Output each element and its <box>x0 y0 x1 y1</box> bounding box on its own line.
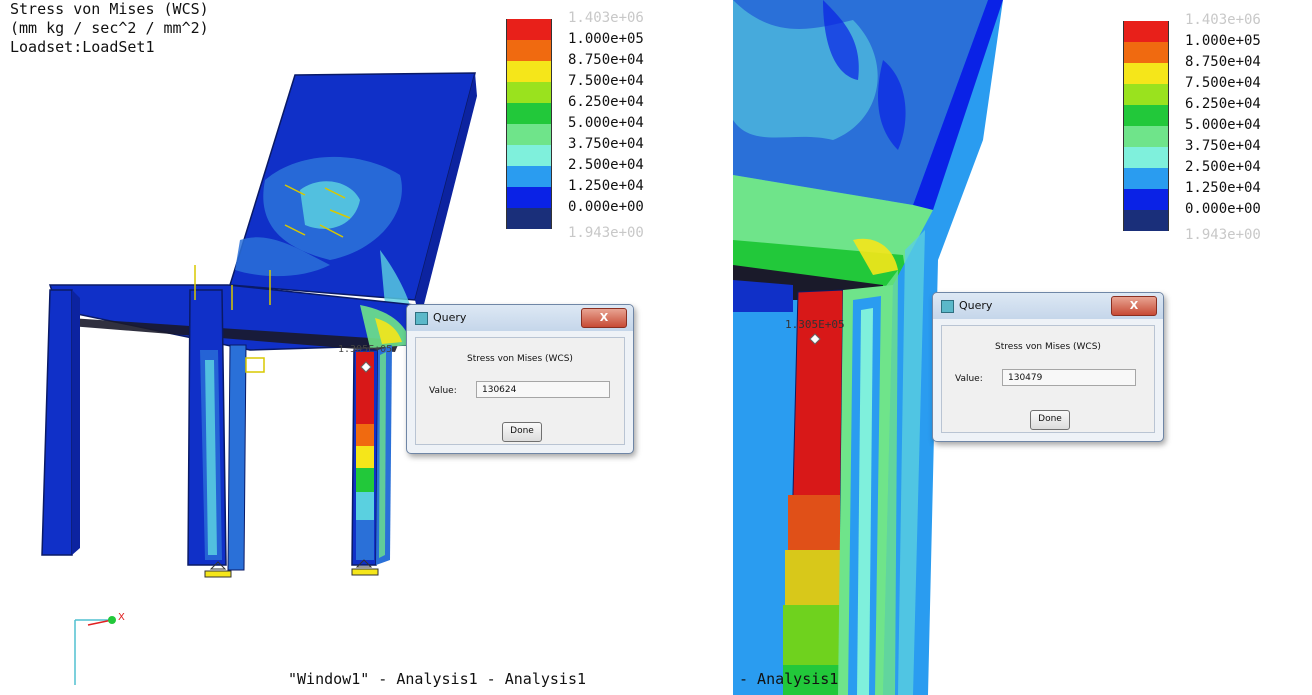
legend-level-label: 7.500e+04 <box>1185 75 1261 91</box>
legend-level-label: 1.000e+05 <box>568 31 644 47</box>
legend-swatch <box>506 61 552 82</box>
legend-swatch <box>506 208 552 229</box>
dialog-title: Query <box>959 299 993 312</box>
legend-level-label: 0.000e+00 <box>1185 201 1261 217</box>
legend-level-label: 3.750e+04 <box>1185 138 1261 154</box>
triad-x-label: X <box>118 612 125 623</box>
right-viewport[interactable]: 1.305E+05 1.403e+06 1.000e+05 8.750e+04 7.5… <box>733 0 1312 695</box>
legend-level-label: 8.750e+04 <box>568 52 644 68</box>
query-heading: Stress von Mises (WCS) <box>995 342 1101 352</box>
dialog-body: Stress von Mises (WCS) Value: 130479 Don… <box>941 325 1155 433</box>
legend-swatch <box>506 187 552 208</box>
window-footer: "Window1" - Analysis1 - Analysis1 <box>288 670 587 688</box>
query-heading: Stress von Mises (WCS) <box>467 354 573 364</box>
legend-swatch <box>1123 210 1169 231</box>
legend-swatch <box>1123 189 1169 210</box>
close-button[interactable]: X <box>1111 296 1157 316</box>
query-dialog[interactable]: Query X Stress von Mises (WCS) Value: 13… <box>406 304 634 454</box>
legend-swatch <box>506 124 552 145</box>
legend-level-label: 6.250e+04 <box>568 94 644 110</box>
done-button[interactable]: Done <box>1030 410 1070 430</box>
legend-level-label: 0.000e+00 <box>568 199 644 215</box>
legend-swatch <box>1123 63 1169 84</box>
legend-swatch <box>1123 84 1169 105</box>
legend-level-label: 8.750e+04 <box>1185 54 1261 70</box>
window-footer: - Analysis1 <box>739 670 839 688</box>
legend-swatch <box>506 40 552 61</box>
legend-swatch <box>506 103 552 124</box>
legend-swatch <box>1123 21 1169 42</box>
done-button[interactable]: Done <box>502 422 542 442</box>
probe-value-label: 1.305E+05 <box>785 318 845 331</box>
dialog-titlebar[interactable]: Query X <box>933 293 1163 319</box>
close-button[interactable]: X <box>581 308 627 328</box>
value-label: Value: <box>429 386 457 396</box>
legend-min-label: 1.943e+00 <box>568 225 644 241</box>
query-app-icon <box>415 312 428 325</box>
legend-swatch <box>506 145 552 166</box>
legend-level-label: 5.000e+04 <box>1185 117 1261 133</box>
legend-level-label: 1.250e+04 <box>1185 180 1261 196</box>
dialog-titlebar[interactable]: Query X <box>407 305 633 331</box>
probe-value-label: 1.305E+05 <box>338 344 393 355</box>
legend-level-label: 2.500e+04 <box>568 157 644 173</box>
result-units: (mm kg / sec^2 / mm^2) <box>10 19 209 37</box>
dialog-title: Query <box>433 311 467 324</box>
query-app-icon <box>941 300 954 313</box>
legend-swatch <box>1123 42 1169 63</box>
result-loadset: Loadset:LoadSet1 <box>10 38 155 56</box>
legend-level-label: 1.250e+04 <box>568 178 644 194</box>
legend-level-label: 6.250e+04 <box>1185 96 1261 112</box>
legend-swatch <box>1123 168 1169 189</box>
legend-swatch <box>1123 105 1169 126</box>
legend-swatch <box>506 82 552 103</box>
legend-level-label: 2.500e+04 <box>1185 159 1261 175</box>
legend-swatch <box>1123 147 1169 168</box>
value-label: Value: <box>955 374 983 384</box>
value-field[interactable]: 130624 <box>476 381 610 398</box>
legend-swatch <box>1123 126 1169 147</box>
legend-max-label: 1.403e+06 <box>568 10 644 26</box>
legend-level-label: 1.000e+05 <box>1185 33 1261 49</box>
legend-level-label: 3.750e+04 <box>568 136 644 152</box>
legend-level-label: 7.500e+04 <box>568 73 644 89</box>
legend-max-label: 1.403e+06 <box>1185 12 1261 28</box>
legend-swatch <box>506 166 552 187</box>
dialog-body: Stress von Mises (WCS) Value: 130624 Don… <box>415 337 625 445</box>
result-title: Stress von Mises (WCS) <box>10 0 209 18</box>
query-dialog[interactable]: Query X Stress von Mises (WCS) Value: 13… <box>932 292 1164 442</box>
legend-min-label: 1.943e+00 <box>1185 227 1261 243</box>
legend-level-label: 5.000e+04 <box>568 115 644 131</box>
value-field[interactable]: 130479 <box>1002 369 1136 386</box>
left-viewport[interactable]: Stress von Mises (WCS) (mm kg / sec^2 / … <box>0 0 724 695</box>
legend-swatch <box>506 19 552 40</box>
